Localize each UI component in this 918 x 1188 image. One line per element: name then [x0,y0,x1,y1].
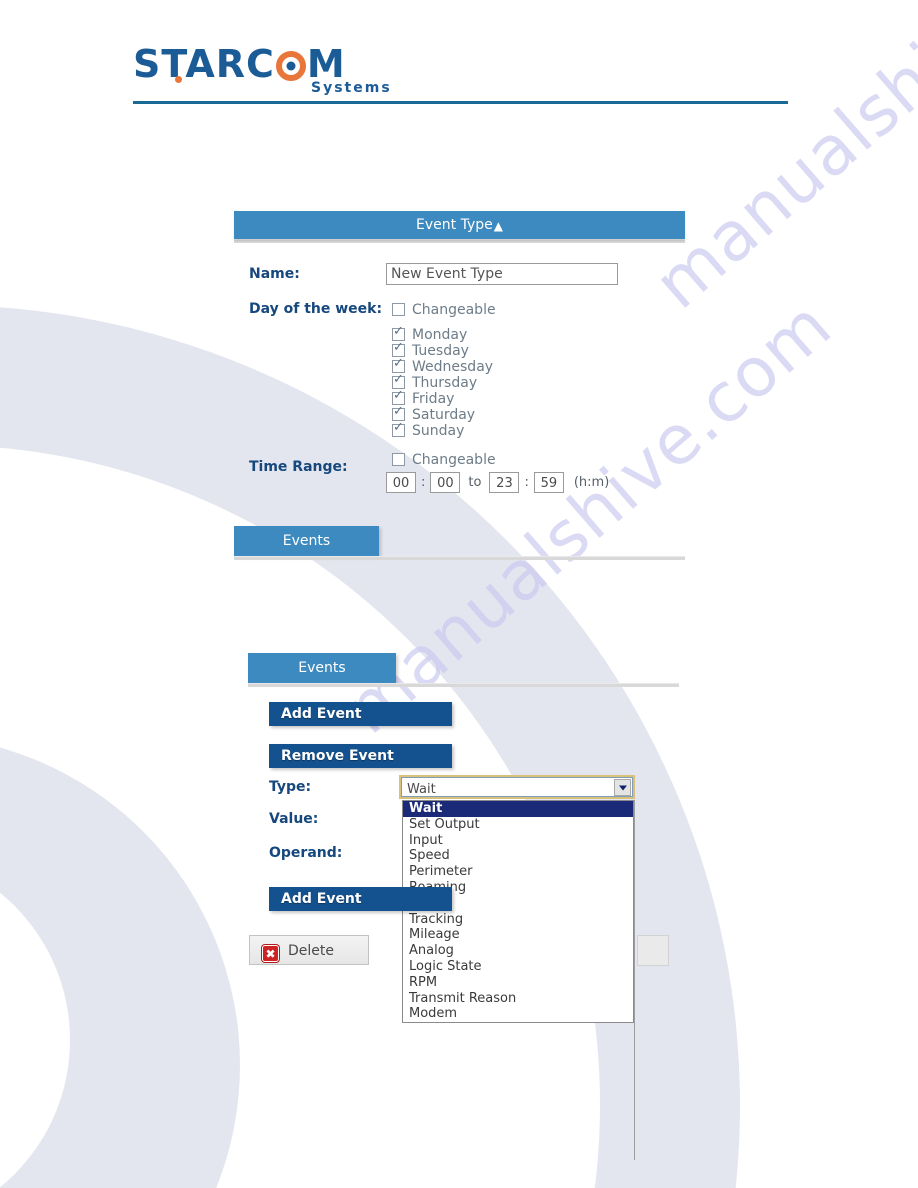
page-header: STARC M Systems [133,44,788,96]
time-unit-label: (h:m) [573,475,610,490]
panel-header-underline [234,239,685,243]
header-divider [133,101,788,104]
tuesday-label: Tuesday [412,343,469,359]
type-select-inner: Wait [401,777,633,797]
day-of-week-label: Day of the week: [249,301,383,317]
sunday-label: Sunday [412,423,465,439]
time-to-word: to [468,475,482,490]
wednesday-label: Wednesday [412,359,494,375]
events-tab-label: Events [282,533,331,549]
list-item[interactable]: Thursday [392,373,493,391]
option-item[interactable]: Transmit Reason [403,991,633,1007]
name-row: Name: [249,266,300,282]
event-type-panel-header[interactable]: Event Type▲ [234,211,685,239]
option-item[interactable]: Tracking [403,912,633,928]
option-item[interactable]: Analog [403,943,633,959]
events-panel-tab[interactable]: Events [248,653,396,683]
list-item[interactable]: Saturday [392,405,493,423]
time-from-minute-input[interactable]: 00 [430,472,461,493]
chevron-down-icon[interactable] [614,779,631,796]
list-item[interactable]: Tuesday [392,341,493,359]
events-tab-underline [234,556,685,560]
name-input[interactable] [386,263,618,285]
option-item[interactable]: Logic State [403,959,633,975]
remove-event-label: Remove Event [281,748,394,764]
time-from-hour-input[interactable]: 00 [386,472,416,493]
events-panel: Events [248,653,679,687]
operand-row: Operand: [269,845,342,861]
delete-button[interactable]: ✖ Delete [249,935,369,965]
logo-text-part1: STARC [133,42,275,86]
option-item[interactable]: RPM [403,975,633,991]
list-item[interactable]: Wednesday [392,357,494,375]
logo-accent-dot [175,76,182,83]
weekday-checkbox-list: Monday Tuesday Wednesday Thursday Friday… [392,325,494,439]
value-label: Value: [269,811,319,827]
remove-event-button[interactable]: Remove Event [269,744,452,768]
type-select[interactable]: Wait [399,775,635,799]
type-row: Type: [269,779,311,795]
events-tab-button[interactable]: Events [234,526,379,556]
time-range-row: Time Range: [249,459,348,475]
vertical-divider [634,800,635,1160]
type-label: Type: [269,779,312,795]
time-separator: : [524,475,529,490]
event-type-panel-title: Event Type [416,217,493,233]
name-label: Name: [249,266,300,282]
delete-label: Delete [288,943,334,959]
time-separator: : [421,475,426,490]
add-event-label-top: Add Event [281,706,362,722]
add-event-label-bottom: Add Event [281,891,362,907]
list-item[interactable]: Monday [392,325,493,343]
thursday-label: Thursday [412,375,478,391]
value-row: Value: [269,811,318,827]
chevron-up-icon[interactable]: ▲ [494,219,503,233]
events-panel-title: Events [298,660,346,676]
add-event-button-bottom[interactable]: Add Event [269,887,452,911]
monday-label: Monday [412,327,468,343]
option-item[interactable]: Wait [403,801,633,817]
time-range-inputs: 00:00 to 23:59 (h:m) [386,472,609,493]
list-item[interactable]: Friday [392,389,493,407]
time-range-label: Time Range: [249,459,348,475]
starcom-logo: STARC M Systems [133,44,788,96]
events-panel-underline [248,683,679,687]
logo-subtitle: Systems [311,80,392,96]
option-item[interactable]: Speed [403,848,633,864]
list-item[interactable]: Sunday [392,421,493,439]
time-changeable-checkbox[interactable] [392,453,405,466]
saturday-label: Saturday [412,407,476,423]
option-item[interactable]: Perimeter [403,864,633,880]
time-to-hour-input[interactable]: 23 [489,472,520,493]
time-to-minute-input[interactable]: 59 [533,472,564,493]
type-select-value: Wait [407,782,436,797]
day-changeable-row[interactable]: Changeable [392,302,496,318]
logo-target-icon [275,51,306,81]
operand-label: Operand: [269,845,343,861]
option-item[interactable]: Input [403,833,633,849]
option-item[interactable]: Set Output [403,817,633,833]
friday-label: Friday [412,391,455,407]
type-select-options[interactable]: Wait Set Output Input Speed Perimeter Ro… [402,800,634,1024]
option-item[interactable]: Mileage [403,927,633,943]
option-item[interactable]: Modem [403,1006,633,1022]
time-changeable-row[interactable]: Changeable [392,452,496,468]
events-section-top: Events [234,526,685,560]
day-of-week-row: Day of the week: [249,301,382,317]
day-changeable-checkbox[interactable] [392,303,405,316]
event-type-panel: Event Type▲ [234,211,685,243]
logo-text-part2: M [306,42,346,86]
sunday-checkbox[interactable] [392,421,405,437]
day-changeable-label: Changeable [412,302,496,318]
add-event-button-top[interactable]: Add Event [269,702,452,726]
time-changeable-label: Changeable [412,452,496,468]
secondary-button[interactable] [637,935,669,966]
red-x-icon: ✖ [262,945,279,962]
